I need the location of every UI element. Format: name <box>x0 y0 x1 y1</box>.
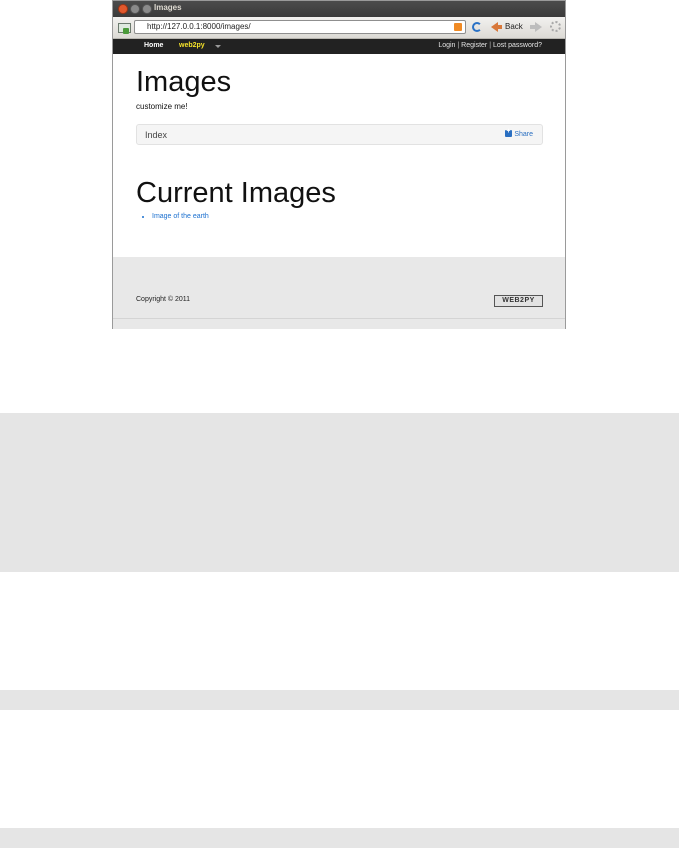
login-link[interactable]: Login <box>438 42 455 49</box>
back-arrow-shaft[interactable] <box>497 25 502 29</box>
gear-icon[interactable] <box>550 21 561 32</box>
page-title: Images <box>136 66 232 98</box>
auth-links: Login | Register | Lost password? <box>438 42 542 49</box>
reload-icon[interactable] <box>472 22 482 32</box>
web2py-badge[interactable]: WEB2PY <box>494 295 543 307</box>
forward-arrow-icon[interactable] <box>535 22 542 32</box>
lost-password-link[interactable]: Lost password? <box>493 42 542 49</box>
background-band <box>0 413 679 572</box>
browser-toolbar: http://127.0.0.1:8000/images/ Back <box>113 17 565 39</box>
chevron-down-icon[interactable] <box>215 45 221 48</box>
section-title: Current Images <box>136 177 336 209</box>
back-button[interactable]: Back <box>505 22 523 31</box>
share-icon <box>505 128 513 137</box>
maximize-icon[interactable] <box>142 4 152 14</box>
background-band <box>0 690 679 710</box>
url-text: http://127.0.0.1:8000/images/ <box>147 22 251 31</box>
share-button[interactable]: Share <box>505 128 533 138</box>
window-title: Images <box>154 3 182 12</box>
title-bar: Images <box>113 1 565 17</box>
divider <box>113 318 565 319</box>
footer: Copyright © 2011 WEB2PY <box>113 257 565 329</box>
share-label: Share <box>514 131 533 138</box>
nav-web2py-menu[interactable]: web2py <box>179 42 205 49</box>
copyright-text: Copyright © 2011 <box>136 296 191 303</box>
add-icon <box>123 28 129 34</box>
close-icon[interactable] <box>118 4 128 14</box>
image-link[interactable]: Image of the earth <box>152 213 209 220</box>
image-list: Image of the earth <box>144 213 209 220</box>
site-navbar: Home web2py Login | Register | Lost pass… <box>113 39 565 54</box>
background-band <box>0 828 679 848</box>
nav-home-link[interactable]: Home <box>144 42 163 49</box>
breadcrumb-index-link[interactable]: Index <box>145 130 167 140</box>
register-link[interactable]: Register <box>461 42 487 49</box>
browser-window: Images http://127.0.0.1:8000/images/ Bac… <box>112 0 566 329</box>
url-bar[interactable]: http://127.0.0.1:8000/images/ <box>134 20 466 34</box>
breadcrumb: Index Share <box>136 124 543 145</box>
page-subtitle: customize me! <box>136 102 188 111</box>
rss-icon[interactable] <box>454 23 462 31</box>
minimize-icon[interactable] <box>130 4 140 14</box>
